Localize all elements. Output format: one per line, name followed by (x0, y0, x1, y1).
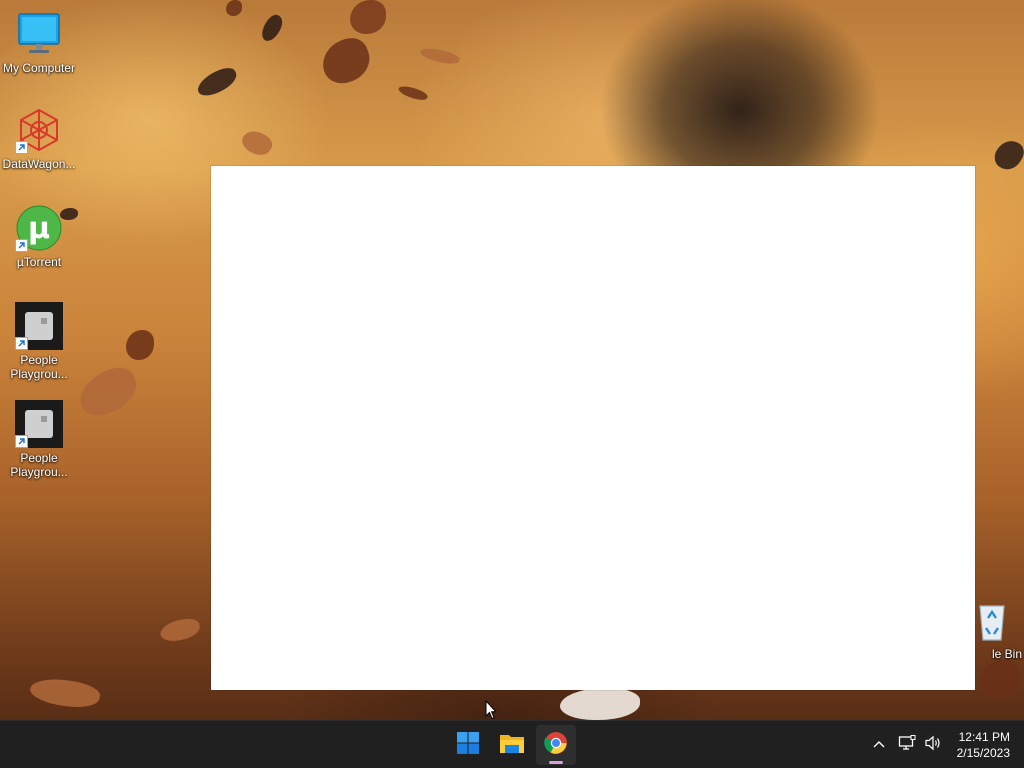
clock-date: 2/15/2023 (956, 746, 1010, 760)
blank-app-window[interactable] (211, 166, 975, 690)
file-explorer-button[interactable] (492, 725, 532, 765)
desktop-icon-my-computer[interactable]: My Computer (1, 10, 77, 75)
desktop-icon-people-playground-2[interactable]: People Playgrou... (1, 400, 77, 479)
utorrent-icon: µ (15, 204, 63, 252)
desktop-icon-utorrent[interactable]: µ µTorrent (1, 204, 77, 269)
taskbar: 12:41 PM 2/15/2023 (0, 720, 1024, 768)
system-clock[interactable]: 12:41 PM 2/15/2023 (957, 729, 1010, 761)
folder-icon (499, 732, 525, 759)
clock-time: 12:41 PM (958, 730, 1010, 744)
desktop-icon-label: My Computer (2, 61, 76, 75)
people-playground-icon (15, 302, 63, 350)
shortcut-arrow-icon (15, 337, 28, 350)
chrome-taskbar-button[interactable] (536, 725, 576, 765)
desktop-icon-label: People Playgrou... (10, 451, 68, 479)
volume-button[interactable] (920, 725, 946, 765)
desktop-icon-datawagon[interactable]: DataWagon... (1, 106, 77, 171)
desktop-icon-label: µTorrent (16, 255, 62, 269)
recycle-bin-icon (968, 596, 1016, 644)
desktop-icon-label: People Playgrou... (10, 353, 68, 381)
chrome-icon (544, 731, 568, 760)
network-button[interactable] (894, 725, 920, 765)
desktop-icon-people-playground-1[interactable]: People Playgrou... (1, 302, 77, 381)
shortcut-arrow-icon (15, 239, 28, 252)
shortcut-arrow-icon (15, 435, 28, 448)
active-app-indicator (549, 761, 563, 764)
people-playground-icon (15, 400, 63, 448)
windows-start-icon (456, 731, 480, 760)
volume-icon (924, 735, 942, 756)
show-hidden-icons-button[interactable] (864, 725, 894, 765)
chevron-up-icon (872, 736, 886, 754)
network-icon (898, 734, 916, 756)
desktop-icon-label: DataWagon... (2, 157, 76, 171)
start-button[interactable] (448, 725, 488, 765)
svg-text:µ: µ (28, 211, 50, 246)
shortcut-arrow-icon (15, 141, 28, 154)
monitor-icon (15, 10, 63, 58)
datawagon-icon (15, 106, 63, 154)
